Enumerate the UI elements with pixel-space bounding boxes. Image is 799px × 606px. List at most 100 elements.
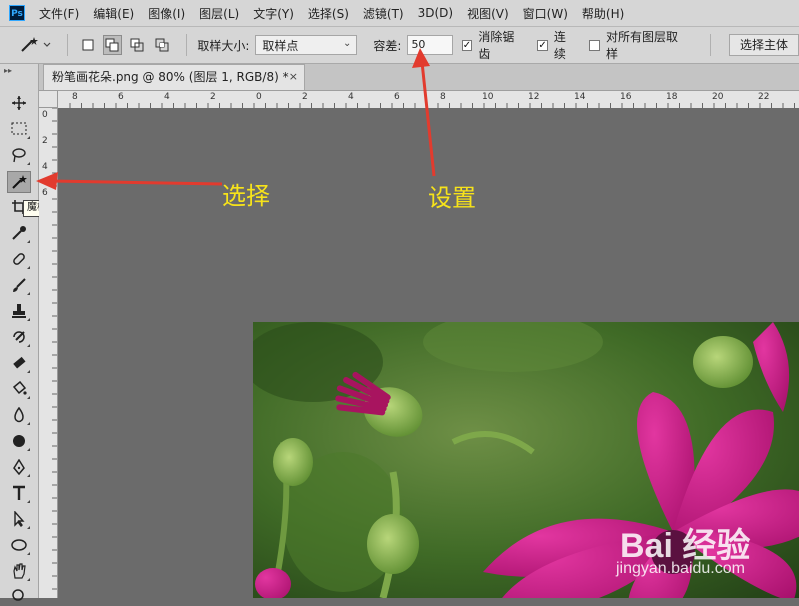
tool-preset-picker[interactable]	[14, 31, 57, 59]
ruler-label: 6	[42, 188, 48, 198]
magic-wand-icon	[20, 37, 50, 52]
ruler-origin[interactable]	[39, 91, 58, 108]
antialias-label: 消除锯齿	[478, 30, 515, 61]
document-tab-bar: 粉笔画花朵.png @ 80% (图层 1, RGB/8) * ×	[39, 64, 799, 91]
move-icon	[12, 96, 26, 110]
ruler-label: 12	[528, 92, 540, 102]
select-subject-button[interactable]: 选择主体	[728, 34, 799, 56]
ruler-label: 16	[620, 92, 632, 102]
tool-healing-brush[interactable]	[7, 248, 31, 270]
tool-blur[interactable]	[7, 404, 31, 426]
divider	[67, 34, 68, 56]
paint-bucket-icon	[12, 381, 27, 395]
eraser-icon	[13, 356, 26, 369]
tool-move[interactable]	[7, 92, 31, 114]
tool-lasso[interactable]	[7, 144, 31, 166]
tool-dodge[interactable]	[7, 430, 31, 452]
menu-file[interactable]: 文件(F)	[39, 5, 79, 22]
contiguous-checkbox[interactable]: ✓ 连续	[537, 28, 577, 62]
tolerance-input[interactable]: 50	[407, 35, 453, 55]
ruler-label: 8	[440, 92, 446, 102]
new-selection-icon	[82, 39, 94, 51]
tool-zoom[interactable]	[7, 584, 31, 606]
tool-marquee[interactable]	[7, 118, 31, 140]
panel-collapse-icon[interactable]: ▸▸	[4, 66, 12, 75]
antialias-checkbox[interactable]: ✓ 消除锯齿	[461, 28, 526, 62]
type-icon	[13, 485, 25, 500]
tool-ellipse[interactable]	[7, 534, 31, 556]
settings-annotation: 设置	[428, 184, 476, 212]
menu-filter[interactable]: 滤镜(T)	[363, 5, 404, 22]
eyedropper-icon	[12, 226, 26, 240]
menu-edit[interactable]: 编辑(E)	[93, 5, 134, 22]
magic-wand-icon	[12, 175, 27, 189]
tool-clone-stamp[interactable]	[7, 300, 31, 322]
intersect-selection-button[interactable]	[152, 35, 172, 55]
sample-size-label: 取样大小:	[197, 38, 250, 53]
menu-image[interactable]: 图像(I)	[148, 5, 185, 22]
menu-type[interactable]: 文字(Y)	[253, 5, 294, 22]
menu-3d[interactable]: 3D(D)	[418, 6, 453, 20]
chevron-down-icon: ⌄	[343, 38, 352, 49]
marquee-icon	[11, 122, 27, 135]
path-selection-icon	[14, 511, 25, 527]
sponge-icon	[13, 435, 25, 447]
close-icon[interactable]: ×	[289, 65, 298, 89]
hand-icon	[13, 563, 26, 579]
tool-type[interactable]	[7, 482, 31, 504]
bandage-icon	[13, 253, 25, 265]
contiguous-label: 连续	[553, 30, 566, 61]
ruler-label: 6	[394, 92, 400, 102]
stamp-icon	[12, 304, 26, 318]
ruler-label: 2	[42, 136, 48, 146]
intersect-selection-icon	[155, 38, 169, 52]
ruler-label: 4	[348, 92, 354, 102]
menu-view[interactable]: 视图(V)	[467, 5, 509, 22]
menu-window[interactable]: 窗口(W)	[523, 5, 568, 22]
options-bar: 取样大小: 取样点 ⌄ 容差: 50 ✓ 消除锯齿 ✓ 连续 对所有图层取样 选…	[0, 27, 799, 64]
sample-all-layers-checkbox[interactable]: 对所有图层取样	[589, 28, 688, 62]
ruler-label: 14	[574, 92, 586, 102]
divider	[186, 34, 188, 56]
zoom-icon	[12, 589, 24, 601]
blur-drop-icon	[14, 407, 24, 423]
vertical-ruler[interactable]: 0 2 4 6	[39, 108, 58, 598]
lasso-icon	[12, 148, 26, 163]
ruler-label: 2	[302, 92, 308, 102]
tool-path-selection[interactable]	[7, 508, 31, 530]
horizontal-ruler[interactable]: 8 6 4 2 0 2 4 6 8 10 12 14 16 18 20 22	[58, 91, 799, 109]
tool-paint-bucket[interactable]	[7, 378, 31, 400]
ruler-label: 0	[256, 92, 262, 102]
checkbox-checked-icon: ✓	[537, 39, 548, 51]
divider	[710, 34, 711, 56]
menu-select[interactable]: 选择(S)	[308, 5, 349, 22]
history-brush-icon	[13, 331, 25, 343]
ruler-label: 22	[758, 92, 770, 102]
tool-history-brush[interactable]	[7, 326, 31, 348]
checkbox-checked-icon: ✓	[461, 39, 473, 51]
tool-eyedropper[interactable]	[7, 222, 31, 244]
sample-size-dropdown[interactable]: 取样点 ⌄	[255, 35, 358, 55]
menu-help[interactable]: 帮助(H)	[582, 5, 624, 22]
ellipse-icon	[11, 539, 27, 551]
tool-magic-wand[interactable]	[7, 171, 31, 193]
subtract-from-selection-button[interactable]	[127, 35, 147, 55]
ruler-label: 10	[482, 92, 494, 102]
add-to-selection-button[interactable]	[102, 35, 123, 55]
document-tab[interactable]: 粉笔画花朵.png @ 80% (图层 1, RGB/8) * ×	[43, 64, 305, 90]
ruler-label: 4	[42, 162, 48, 172]
tool-brush[interactable]	[7, 274, 31, 296]
add-selection-icon	[105, 38, 119, 52]
tool-pen[interactable]	[7, 456, 31, 478]
ruler-label: 6	[118, 92, 124, 102]
tool-hand[interactable]	[7, 560, 31, 582]
checkbox-unchecked-icon	[589, 39, 601, 51]
tool-eraser[interactable]	[7, 352, 31, 374]
subtract-selection-icon	[130, 38, 144, 52]
menu-layer[interactable]: 图层(L)	[199, 5, 239, 22]
photoshop-logo-icon[interactable]: Ps	[9, 5, 25, 21]
new-selection-button[interactable]	[78, 35, 98, 55]
ruler-ticks	[52, 108, 57, 590]
ruler-label: 4	[164, 92, 170, 102]
tolerance-label: 容差:	[373, 38, 402, 53]
